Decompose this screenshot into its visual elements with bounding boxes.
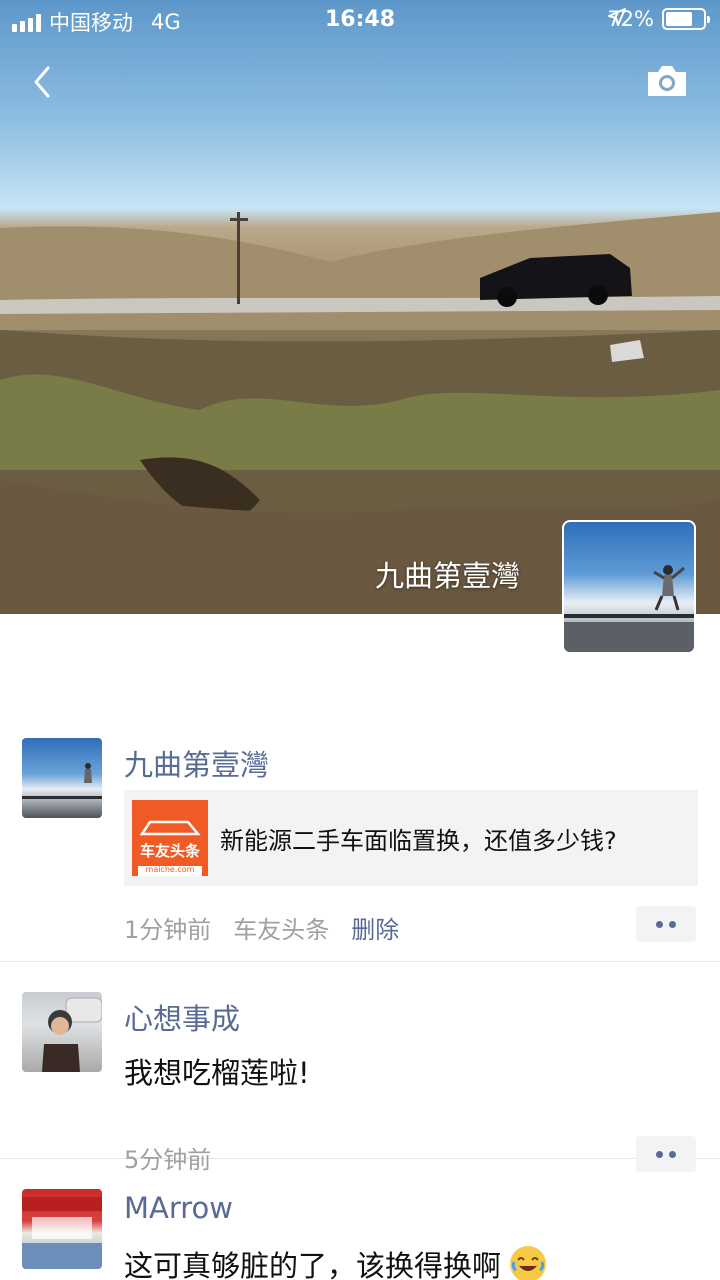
shared-link-title: 新能源二手车面临置换，还值多少钱? (220, 826, 617, 855)
profile-avatar-image (564, 565, 694, 652)
status-bar: 中国移动 4G 16:48 72% (0, 0, 720, 40)
dot-icon (656, 920, 663, 928)
shared-link-thumbnail: 车友头条 maiche.com (132, 800, 208, 876)
thumb-url-text: maiche.com (145, 865, 195, 874)
location-arrow-icon (608, 8, 627, 26)
battery-icon (662, 8, 710, 30)
thumb-brand-text: 车友头条 (139, 842, 200, 860)
shared-link-card[interactable]: 车友头条 maiche.com 新能源二手车面临置换，还值多少钱? (124, 790, 698, 886)
post-text: 这可真够脏的了，该换得换啊 (124, 1243, 547, 1280)
dot-icon (656, 1150, 663, 1158)
moment-post: 九曲第壹灣 车友头条 maiche.com 新能源二手车面临置换，还值多少钱? … (0, 730, 720, 962)
delete-link[interactable]: 删除 (351, 910, 399, 945)
post-text: 我想吃榴莲啦! (124, 1056, 310, 1090)
avatar-image (22, 1197, 102, 1269)
post-author-name[interactable]: 心想事成 (124, 996, 240, 1038)
profile-avatar[interactable] (562, 520, 696, 654)
post-time: 1分钟前 (124, 916, 212, 944)
chevron-left-icon (34, 66, 50, 98)
moments-feed: 九曲第壹灣 车友头条 maiche.com 新能源二手车面临置换，还值多少钱? … (0, 730, 720, 1280)
back-button[interactable] (24, 60, 64, 104)
laughing-crying-emoji-icon (510, 1246, 547, 1280)
camera-button[interactable] (644, 62, 690, 102)
moment-post: MArrow 这可真够脏的了，该换得换啊 (0, 1159, 720, 1280)
avatar[interactable] (22, 738, 102, 818)
dot-icon (669, 920, 676, 928)
post-author-name[interactable]: 九曲第壹灣 (124, 742, 269, 784)
post-author-name[interactable]: MArrow (124, 1191, 233, 1225)
avatar[interactable] (22, 992, 102, 1072)
post-text-content: 这可真够脏的了，该换得换啊 (124, 1249, 502, 1280)
dot-icon (669, 1150, 676, 1158)
post-meta: 1分钟前 车友头条 删除 (124, 910, 399, 945)
moment-post: 心想事成 我想吃榴莲啦! 5分钟前 (0, 962, 720, 1174)
avatar[interactable] (22, 1189, 102, 1269)
avatar-image (22, 763, 102, 799)
comment-like-menu-button[interactable] (636, 906, 696, 942)
camera-icon (648, 66, 686, 96)
avatar-image (42, 997, 102, 1072)
profile-name: 九曲第壹灣 (374, 559, 520, 593)
post-source[interactable]: 车友头条 (233, 910, 329, 945)
